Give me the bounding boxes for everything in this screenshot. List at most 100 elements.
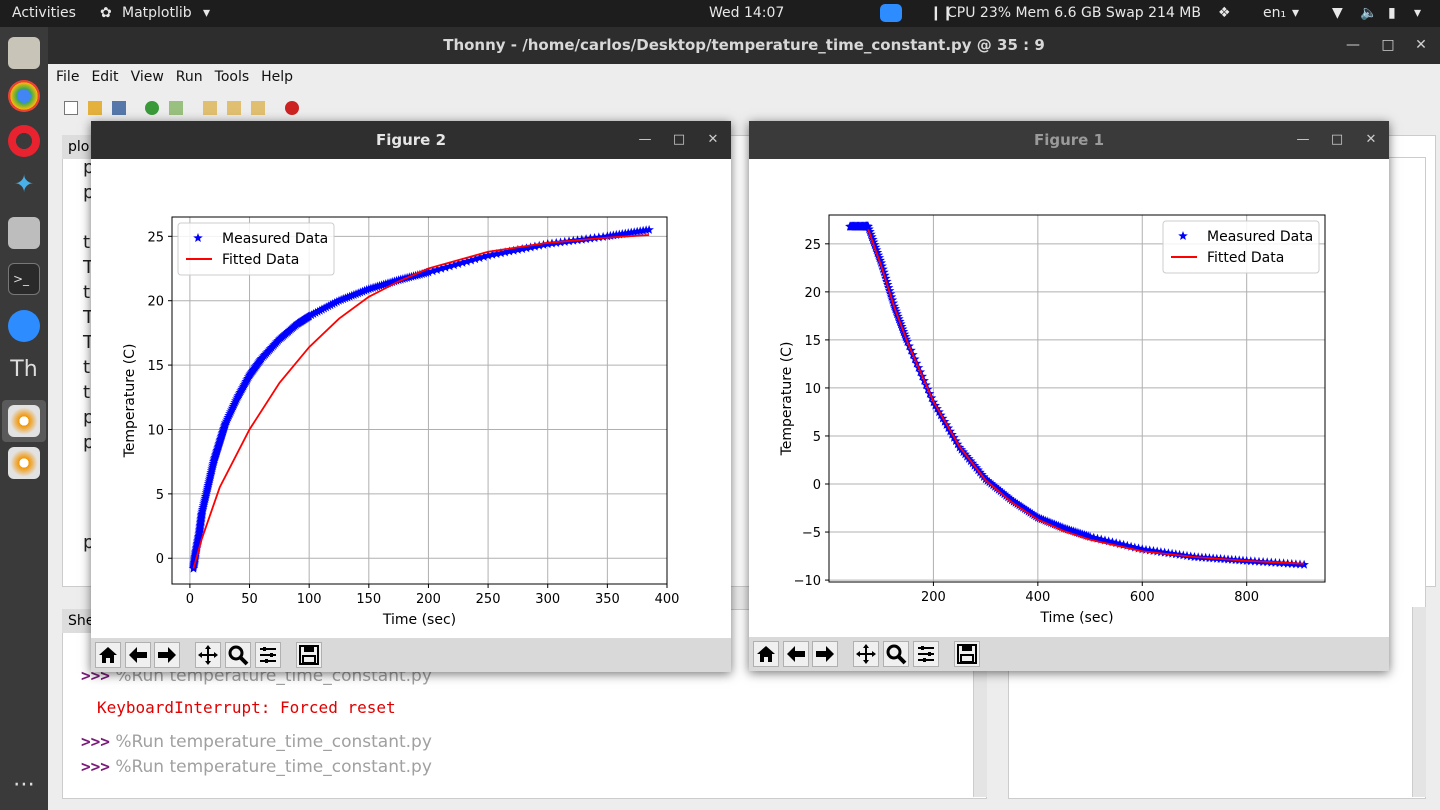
y-tick-label: 25 <box>804 238 821 253</box>
step-out-icon[interactable] <box>251 101 265 115</box>
zoom-tray-icon[interactable] <box>880 4 902 22</box>
home-icon[interactable] <box>753 641 779 667</box>
x-tick-label: 400 <box>655 592 680 607</box>
activities-button[interactable]: Activities <box>12 5 76 21</box>
minimize-icon[interactable]: — <box>634 121 656 159</box>
volume-icon[interactable]: 🔈 <box>1360 5 1377 21</box>
legend: Measured Data Fitted Data <box>177 222 335 276</box>
shell-prompt: >>> <box>81 757 110 776</box>
top-bar: Activities ✿ Matplotlib ▾ Wed 14:07 ❙❙ C… <box>0 0 1440 27</box>
camera-icon[interactable] <box>8 217 40 249</box>
app-icon: ✿ <box>100 5 112 21</box>
menu-edit[interactable]: Edit <box>83 64 122 85</box>
open-file-icon[interactable] <box>88 101 102 115</box>
files-icon[interactable] <box>8 37 40 69</box>
maximize-icon[interactable]: □ <box>1326 121 1348 159</box>
x-axis-label: Time (sec) <box>1039 610 1113 626</box>
x-tick-label: 400 <box>1025 590 1050 605</box>
menu-help[interactable]: Help <box>253 64 297 85</box>
menu-tools[interactable]: Tools <box>207 64 254 85</box>
minimize-icon[interactable]: — <box>1292 121 1314 159</box>
dropbox-icon[interactable]: ❖ <box>1218 5 1231 21</box>
chevron-down-icon[interactable]: ▾ <box>1414 5 1421 21</box>
app-menu[interactable]: Matplotlib <box>122 5 192 21</box>
window-title: Thonny - /home/carlos/Desktop/temperatur… <box>48 27 1440 64</box>
legend-label: Measured Data <box>1207 229 1313 245</box>
save-file-icon[interactable] <box>112 101 126 115</box>
x-tick-label: 250 <box>476 592 501 607</box>
fitted-data-line <box>192 234 650 569</box>
y-tick-label: 0 <box>813 478 821 493</box>
minimize-icon[interactable]: — <box>1338 27 1368 64</box>
figure-1-plot[interactable]: 200 400 600 800 −10 −5 0 5 10 15 20 25 Time (sec) Tem… <box>749 159 1389 637</box>
y-tick-label: −10 <box>794 574 821 589</box>
pan-icon[interactable] <box>195 642 221 668</box>
system-monitor[interactable]: CPU 23% Mem 6.6 GB Swap 214 MB <box>947 5 1201 21</box>
back-icon[interactable] <box>783 641 809 667</box>
forward-icon[interactable] <box>154 642 180 668</box>
close-icon[interactable]: ✕ <box>1406 27 1436 64</box>
terminal-icon[interactable]: >_ <box>8 263 40 295</box>
new-file-icon[interactable] <box>64 101 78 115</box>
stop-icon[interactable] <box>285 101 299 115</box>
shell-command: %Run temperature_time_constant.py <box>115 757 432 777</box>
chevron-down-icon: ▾ <box>203 5 211 21</box>
opera-icon[interactable] <box>8 125 40 157</box>
measured-data-series <box>188 224 654 573</box>
x-tick-label: 350 <box>595 592 620 607</box>
legend-label: Fitted Data <box>222 252 299 268</box>
battery-icon[interactable]: ▮ <box>1388 5 1396 21</box>
run-icon[interactable] <box>145 101 159 115</box>
menu-view[interactable]: View <box>123 64 168 85</box>
x-tick-label: 800 <box>1234 590 1259 605</box>
dock: ✦ >_ Th ⋯ <box>0 27 48 810</box>
configure-icon[interactable] <box>913 641 939 667</box>
y-tick-label: 0 <box>156 552 164 567</box>
debug-icon[interactable] <box>169 101 183 115</box>
y-tick-label: 20 <box>804 286 821 301</box>
thonny-icon[interactable]: Th <box>8 357 40 389</box>
side-scrollbar[interactable] <box>1412 607 1426 797</box>
matplotlib-icon[interactable] <box>8 447 40 479</box>
x-axis-label: Time (sec) <box>382 612 456 628</box>
chrome-icon[interactable] <box>8 80 40 112</box>
menu-bar: File Edit View Run Tools Help <box>48 64 1440 92</box>
y-tick-label: 15 <box>147 359 164 374</box>
language-indicator[interactable]: en₁ <box>1263 5 1286 21</box>
x-tick-label: 300 <box>535 592 560 607</box>
matplotlib-icon[interactable] <box>8 405 40 437</box>
y-tick-label: 5 <box>813 430 821 445</box>
wifi-icon[interactable]: ▼ <box>1332 5 1343 21</box>
save-icon[interactable] <box>954 641 980 667</box>
zoom-icon[interactable] <box>225 642 251 668</box>
y-tick-label: 25 <box>147 230 164 245</box>
configure-icon[interactable] <box>255 642 281 668</box>
y-tick-label: 20 <box>147 295 164 310</box>
measured-data-series <box>845 221 1309 569</box>
zoom-app-icon[interactable] <box>8 310 40 342</box>
y-tick-label: 10 <box>804 382 821 397</box>
save-icon[interactable] <box>296 642 322 668</box>
show-apps-icon[interactable]: ⋯ <box>8 772 40 804</box>
dolphin-icon[interactable]: ✦ <box>8 170 40 202</box>
shell-command: %Run temperature_time_constant.py <box>115 732 432 752</box>
maximize-icon[interactable]: □ <box>1373 27 1403 64</box>
y-tick-label: 5 <box>156 488 164 503</box>
back-icon[interactable] <box>125 642 151 668</box>
close-icon[interactable]: ✕ <box>1360 121 1382 159</box>
menu-file[interactable]: File <box>48 64 83 85</box>
legend-label: Fitted Data <box>1207 250 1284 266</box>
pan-icon[interactable] <box>853 641 879 667</box>
clock[interactable]: Wed 14:07 <box>709 5 784 21</box>
step-over-icon[interactable] <box>203 101 217 115</box>
home-icon[interactable] <box>95 642 121 668</box>
step-into-icon[interactable] <box>227 101 241 115</box>
zoom-icon[interactable] <box>883 641 909 667</box>
x-tick-label: 600 <box>1130 590 1155 605</box>
figure-2-plot[interactable]: 0 50 100 150 200 250 300 350 400 0 5 10 15 20 25 Time (… <box>91 159 731 638</box>
forward-icon[interactable] <box>812 641 838 667</box>
menu-run[interactable]: Run <box>168 64 207 85</box>
maximize-icon[interactable]: □ <box>668 121 690 159</box>
close-icon[interactable]: ✕ <box>702 121 724 159</box>
toolbar <box>48 92 1440 120</box>
